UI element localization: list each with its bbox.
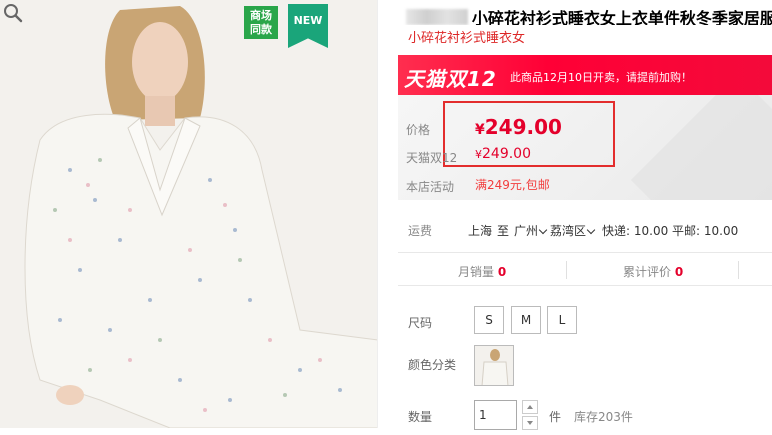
color-label: 颜色分类	[408, 358, 457, 372]
quantity-unit: 件	[549, 410, 562, 424]
size-option-m[interactable]: M	[511, 306, 541, 334]
product-info-panel: 小碎花衬衫式睡衣女上衣单件秋冬季家居服上 小碎花衬衫式睡衣女 天猫双12 此商品…	[398, 0, 772, 435]
quantity-label: 数量	[408, 410, 433, 424]
price-value: ¥249.00	[475, 115, 562, 139]
model-photo	[0, 0, 377, 428]
stats-bar: 月销量 0 累计评价 0	[398, 252, 772, 286]
tmall-price-value: ¥249.00	[475, 146, 531, 162]
price-label: 价格	[406, 123, 431, 137]
monthly-sales: 月销量 0	[458, 265, 507, 279]
store-activity-value[interactable]: 满249元,包邮	[475, 176, 550, 193]
product-title: 小碎花衬衫式睡衣女上衣单件秋冬季家居服上	[471, 9, 772, 25]
quantity-decrease-button[interactable]	[522, 416, 538, 430]
store-activity-label: 本店活动	[406, 180, 455, 194]
blurred-brand	[406, 9, 468, 25]
chevron-down-icon	[527, 421, 533, 425]
color-option-swatch[interactable]	[474, 345, 514, 386]
size-option-s[interactable]: S	[474, 306, 504, 334]
shipping-row: 运费 上海 至 广州 荔湾区 快递: 10.00 平邮: 10.00	[398, 217, 772, 241]
product-subtitle: 小碎花衬衫式睡衣女	[408, 31, 526, 46]
size-label: 尺码	[408, 316, 433, 330]
ship-city-select[interactable]: 广州	[514, 222, 548, 239]
quantity-increase-button[interactable]	[522, 400, 538, 414]
product-image[interactable]: 商场 同款 NEW	[0, 0, 378, 428]
price-section: 价格 ¥249.00 天猫双12 ¥249.00 本店活动 满249元,包邮	[398, 95, 772, 200]
shipping-fee: 快递: 10.00 平邮: 10.00	[602, 224, 739, 238]
tmall-double12-banner: 天猫双12 此商品12月10日开卖，请提前加购！	[398, 55, 772, 95]
chevron-up-icon	[527, 405, 533, 409]
mall-same-style-badge: 商场 同款	[244, 6, 278, 39]
zoom-icon[interactable]	[0, 0, 26, 26]
chevron-down-icon	[586, 225, 596, 235]
tmall-price-label: 天猫双12	[406, 151, 458, 165]
color-thumbnail	[475, 346, 513, 385]
chevron-down-icon	[538, 225, 548, 235]
ship-district-select[interactable]: 荔湾区	[550, 222, 596, 239]
size-option-l[interactable]: L	[547, 306, 577, 334]
shipping-label: 运费	[408, 224, 433, 238]
tmall-double12-logo: 天猫双12	[404, 67, 497, 91]
ship-to-label: 至	[497, 224, 510, 238]
product-title-row: 小碎花衬衫式睡衣女上衣单件秋冬季家居服上	[398, 5, 772, 25]
ship-from: 上海	[468, 224, 493, 238]
promo-notice: 此商品12月10日开卖，请提前加购！	[510, 71, 692, 84]
total-reviews[interactable]: 累计评价 0	[623, 263, 683, 280]
quantity-input[interactable]	[474, 400, 517, 430]
stock-count: 库存203件	[574, 410, 633, 424]
